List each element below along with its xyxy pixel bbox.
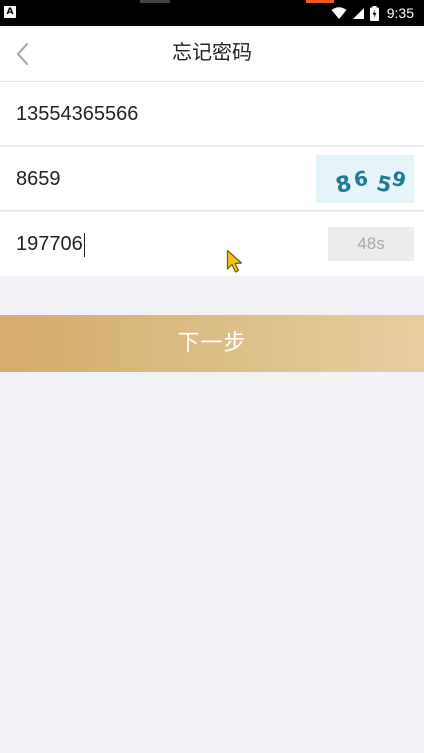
sms-code-value: 197706 <box>16 233 83 255</box>
mouse-cursor-icon <box>226 249 243 273</box>
page-title: 忘记密码 <box>172 40 252 64</box>
captcha-digits: 8 6 5 9 <box>333 166 408 199</box>
phone-input[interactable]: 13554365566 <box>16 82 296 146</box>
captcha-digit-4: 9 <box>389 166 408 193</box>
captcha-row: 8659 8 6 5 9 <box>0 147 424 211</box>
status-icons: 9:35 <box>331 4 414 22</box>
battery-icon <box>369 5 379 21</box>
status-bar-accent <box>306 0 334 3</box>
sms-code-input[interactable]: 197706 <box>16 212 296 276</box>
app-notification-icon: A <box>4 6 16 18</box>
status-bar: A 9:35 <box>0 0 424 26</box>
nav-bar: 忘记密码 <box>0 26 424 82</box>
status-bar-indicator <box>140 0 170 3</box>
captcha-image[interactable]: 8 6 5 9 <box>316 155 414 203</box>
sms-code-row: 197706 48s <box>0 212 424 276</box>
chevron-left-icon <box>16 42 29 66</box>
status-time: 9:35 <box>386 5 414 21</box>
captcha-digit-2: 6 <box>352 166 370 192</box>
captcha-input[interactable]: 8659 <box>16 147 296 211</box>
countdown-button[interactable]: 48s <box>328 227 414 261</box>
next-step-button[interactable]: 下一步 <box>0 315 424 372</box>
back-button[interactable] <box>6 36 38 72</box>
text-caret <box>83 232 85 257</box>
signal-icon <box>352 7 364 19</box>
phone-row: 13554365566 <box>0 82 424 146</box>
wifi-icon <box>331 6 347 19</box>
captcha-digit-1: 8 <box>333 171 354 199</box>
